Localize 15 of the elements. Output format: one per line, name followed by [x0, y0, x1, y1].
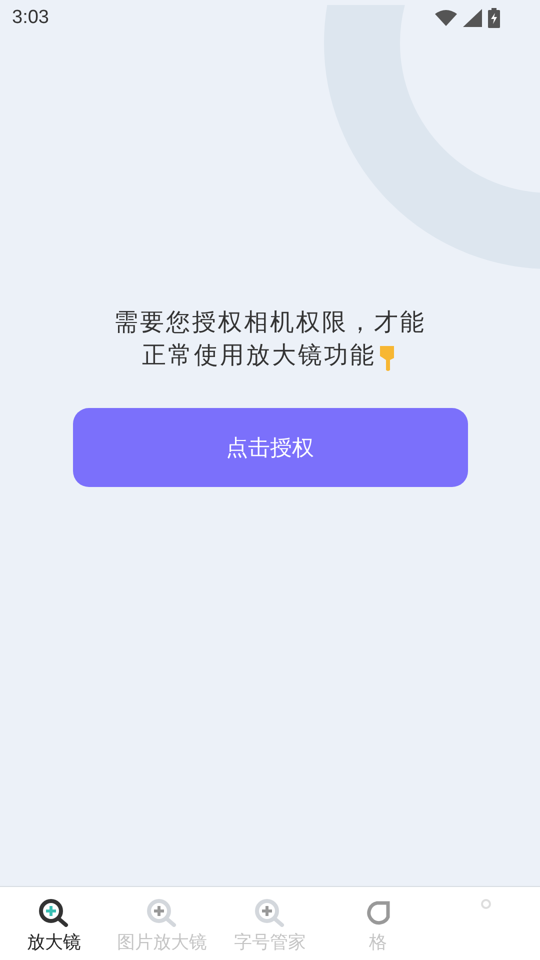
tab[interactable]: 放大镜	[0, 887, 108, 960]
magnifier-plus-icon	[146, 899, 178, 927]
permission-message: 需要您授权相机权限，才能	[114, 307, 426, 338]
status-time: 3:03	[12, 7, 49, 29]
signal-icon	[463, 9, 482, 27]
tab[interactable]: 字号管家	[216, 887, 324, 960]
speech-bubble-icon	[364, 899, 392, 927]
permission-message: 正常使用放大镜功能	[142, 340, 376, 371]
battery-icon	[488, 8, 500, 28]
magnifier-plus-icon	[38, 899, 70, 927]
tab[interactable]: 格	[324, 887, 432, 960]
wifi-icon	[435, 10, 457, 26]
authorize-button[interactable]: 点击授权	[72, 408, 468, 487]
magnifier-plus-icon	[254, 899, 286, 927]
tab[interactable]: 图片放大镜	[108, 887, 216, 960]
